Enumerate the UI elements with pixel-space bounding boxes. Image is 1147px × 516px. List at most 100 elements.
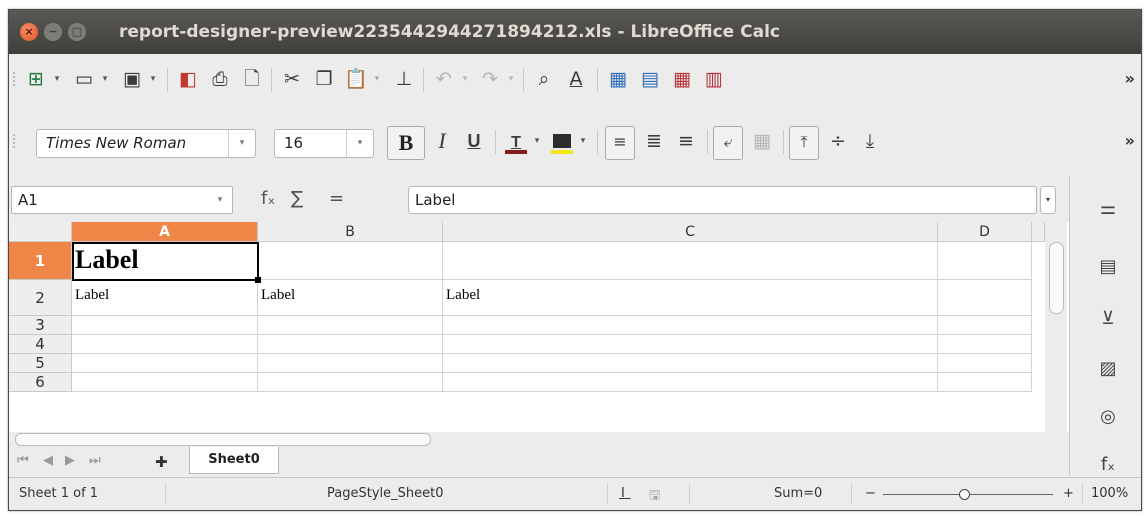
horizontal-scrollbar[interactable] (9, 432, 1069, 446)
column-header-c[interactable]: C (443, 222, 938, 242)
next-sheet-icon[interactable]: ▶ (65, 453, 75, 468)
column-delete-icon[interactable]: ▥ (701, 66, 727, 92)
find-replace-icon[interactable]: ⌕ (531, 66, 557, 92)
horizontal-scroll-thumb[interactable] (15, 433, 431, 446)
save-icon[interactable]: ▣ (119, 66, 145, 92)
navigator-icon[interactable]: ◎ (1095, 404, 1121, 430)
functions-icon[interactable]: fₓ (1095, 452, 1121, 478)
center-vertically-icon[interactable]: ÷ (825, 128, 851, 154)
font-color-dropdown-icon[interactable]: ▾ (531, 128, 543, 154)
row-header-6[interactable]: 6 (9, 373, 72, 392)
redo-icon[interactable]: ↷ (477, 66, 503, 92)
wrap-text-button[interactable]: ⤶ (713, 126, 743, 160)
cell-b5[interactable] (258, 354, 443, 373)
toolbar-grip[interactable] (13, 72, 19, 86)
gallery-icon[interactable]: ▨ (1095, 356, 1121, 382)
page-style[interactable]: PageStyle_Sheet0 (327, 486, 443, 501)
zoom-slider-knob[interactable] (959, 489, 970, 500)
cell-b1[interactable] (258, 242, 443, 280)
chevron-down-icon[interactable]: ▾ (346, 130, 373, 157)
cell-d3[interactable] (938, 316, 1032, 335)
align-left-button[interactable]: ≡ (605, 126, 635, 160)
redo-dropdown-icon[interactable]: ▾ (505, 66, 517, 92)
bold-button[interactable]: B (387, 126, 425, 160)
highlight-dropdown-icon[interactable]: ▾ (577, 128, 589, 154)
zoom-in-icon[interactable]: + (1063, 486, 1074, 501)
column-header-e[interactable] (1032, 222, 1045, 242)
highlight-color-icon[interactable] (549, 128, 575, 154)
row-header-5[interactable]: 5 (9, 354, 72, 373)
cell-c1[interactable] (443, 242, 938, 280)
align-bottom-icon[interactable]: ⤓ (857, 128, 883, 154)
formula-input[interactable]: Label (408, 186, 1037, 214)
add-sheet-icon[interactable]: ✚ (155, 453, 168, 471)
cell-c4[interactable] (443, 335, 938, 354)
italic-button[interactable]: I (429, 128, 455, 154)
print-icon[interactable]: ⎙ (207, 66, 233, 92)
row-insert-icon[interactable]: ▦ (605, 66, 631, 92)
sheet-tab-sheet0[interactable]: Sheet0 (189, 447, 279, 474)
function-wizard-icon[interactable]: fₓ (261, 188, 275, 209)
cell-d6[interactable] (938, 373, 1032, 392)
spelling-icon[interactable]: A (563, 66, 589, 92)
properties-icon[interactable]: ⚌ (1095, 196, 1121, 222)
zoom-level[interactable]: 100% (1091, 486, 1128, 501)
more-toolbar-items-icon[interactable]: » (1125, 66, 1135, 92)
close-window-button[interactable]: × (20, 23, 38, 41)
vertical-scroll-thumb[interactable] (1049, 242, 1064, 314)
open-dropdown-icon[interactable]: ▾ (99, 66, 111, 92)
copy-icon[interactable]: ❐ (311, 66, 337, 92)
undo-icon[interactable]: ↶ (431, 66, 457, 92)
align-center-icon[interactable]: ≣ (641, 128, 667, 154)
cell-c6[interactable] (443, 373, 938, 392)
maximize-window-button[interactable]: □ (68, 23, 86, 41)
chevron-down-icon[interactable]: ▾ (228, 130, 255, 157)
font-size-combobox[interactable]: 16 ▾ (274, 129, 374, 158)
row-header-4[interactable]: 4 (9, 335, 72, 354)
align-top-button[interactable]: ⤒ (789, 126, 819, 160)
cell-b6[interactable] (258, 373, 443, 392)
align-right-icon[interactable]: ≡ (673, 128, 699, 154)
cell-d2[interactable] (938, 280, 1032, 316)
open-folder-icon[interactable]: ▭ (71, 66, 97, 92)
toolbar-grip[interactable] (13, 134, 19, 148)
font-color-icon[interactable]: T (503, 128, 529, 154)
column-header-b[interactable]: B (258, 222, 443, 242)
row-header-3[interactable]: 3 (9, 316, 72, 335)
cell-a4[interactable] (72, 335, 258, 354)
cell-c2[interactable]: Label (443, 280, 938, 316)
sum-icon[interactable]: ∑ (291, 188, 303, 209)
zoom-out-icon[interactable]: − (865, 486, 876, 501)
column-insert-icon[interactable]: ▤ (637, 66, 663, 92)
previous-sheet-icon[interactable]: ◀ (43, 453, 53, 468)
cell-b4[interactable] (258, 335, 443, 354)
first-sheet-icon[interactable]: ⏮ (17, 453, 29, 468)
cell-b2[interactable]: Label (258, 280, 443, 316)
paste-dropdown-icon[interactable]: ▾ (371, 66, 383, 92)
table-icon[interactable]: ⊞ (23, 66, 49, 92)
last-sheet-icon[interactable]: ⏭ (89, 453, 101, 468)
new-dropdown-icon[interactable]: ▾ (51, 66, 63, 92)
save-dropdown-icon[interactable]: ▾ (147, 66, 159, 92)
cell-a6[interactable] (72, 373, 258, 392)
paste-icon[interactable]: 📋 (343, 66, 369, 92)
merge-cells-icon[interactable]: ▦ (749, 128, 775, 154)
selection-mode-icon[interactable]: I͟ (621, 486, 625, 501)
cell-d5[interactable] (938, 354, 1032, 373)
cell-c3[interactable] (443, 316, 938, 335)
export-pdf-icon[interactable]: ◧ (175, 66, 201, 92)
cut-icon[interactable]: ✂ (279, 66, 305, 92)
row-delete-icon[interactable]: ▦ (669, 66, 695, 92)
cell-d4[interactable] (938, 335, 1032, 354)
row-header-2[interactable]: 2 (9, 280, 72, 316)
cell-a3[interactable] (72, 316, 258, 335)
clone-formatting-icon[interactable]: ⊥ (391, 66, 417, 92)
formula-icon[interactable]: = (329, 188, 344, 209)
name-box[interactable]: A1 ▾ (11, 186, 233, 214)
cell-a2[interactable]: Label (72, 280, 258, 316)
cell-c5[interactable] (443, 354, 938, 373)
cell-d1[interactable] (938, 242, 1032, 280)
expand-formula-bar-icon[interactable]: ▾ (1040, 186, 1056, 214)
styles-icon[interactable]: ⊻ (1095, 306, 1121, 332)
print-preview-icon[interactable]: 🗋 (239, 66, 265, 92)
